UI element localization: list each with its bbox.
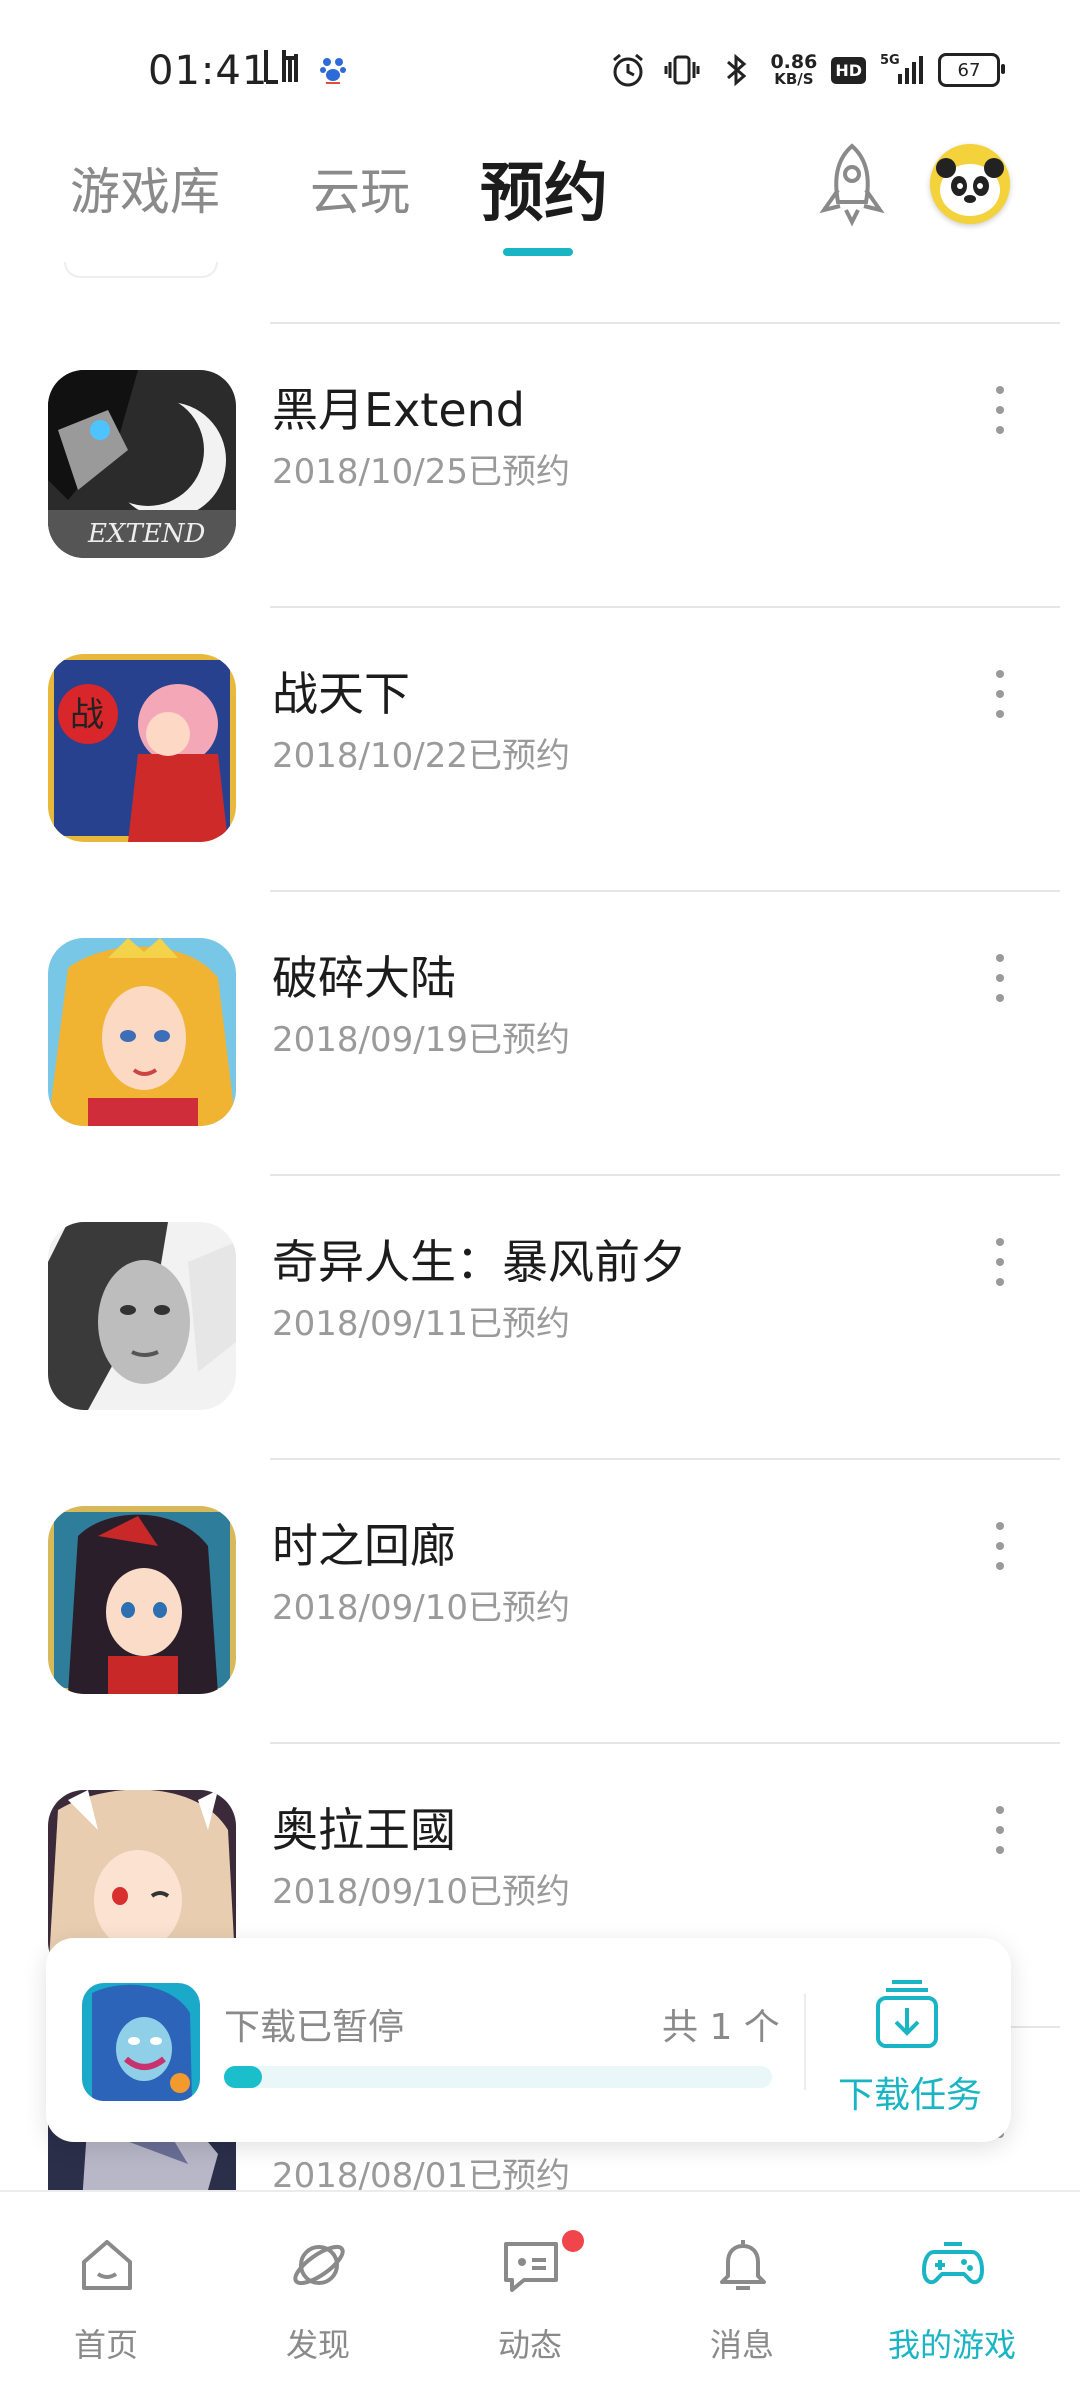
game-title: 黑月Extend: [272, 383, 525, 437]
alarm-icon: [613, 53, 644, 87]
more-options-icon[interactable]: [990, 954, 1010, 1024]
app-notification-icon: [262, 44, 310, 98]
reservation-date: 2018/09/10已预约: [272, 1588, 570, 1628]
top-tabs: 游戏库 云玩 预约: [0, 130, 1080, 270]
signal-icon: 5G: [880, 53, 923, 84]
download-status-card[interactable]: 下载已暂停 共 1 个 下载任务: [46, 1938, 1011, 2142]
game-thumbnail: [48, 1222, 236, 1410]
list-item[interactable]: 奇异人生：暴风前夕 2018/09/11已预约: [0, 1174, 1080, 1458]
nav-label: 发现: [285, 2326, 350, 2364]
reservation-date: 2018/10/25已预约: [272, 452, 570, 492]
bluetooth-icon: [727, 53, 747, 87]
list-item[interactable]: 破碎大陆 2018/09/19已预约: [0, 890, 1080, 1174]
divider: [270, 1174, 1060, 1176]
list-item[interactable]: 时之回廊 2018/09/10已预约: [0, 1458, 1080, 1742]
download-task-icon[interactable]: [872, 1978, 942, 2052]
nav-label: 消息: [709, 2326, 774, 2364]
downloading-game-thumbnail: [82, 1983, 200, 2101]
game-title: 奇异人生：暴风前夕: [272, 1235, 686, 1289]
nav-my-games[interactable]: 我的游戏: [852, 2192, 1052, 2402]
tab-cloud-play[interactable]: 云玩: [310, 152, 410, 224]
active-tab-indicator: [503, 248, 573, 256]
planet-icon: [293, 2244, 345, 2286]
bell-icon: [720, 2240, 766, 2290]
game-title: 时之回廊: [272, 1519, 456, 1573]
divider: [270, 1742, 1060, 1744]
game-thumbnail: 战: [48, 654, 236, 842]
user-avatar[interactable]: [930, 144, 1010, 224]
home-icon: [82, 2240, 132, 2290]
download-progress-bar: [224, 2066, 772, 2088]
gamepad-icon: [922, 2242, 984, 2285]
game-title: 破碎大陆: [272, 951, 456, 1005]
nav-messages[interactable]: 消息: [642, 2192, 842, 2402]
divider: [804, 1994, 806, 2090]
game-thumbnail: [48, 938, 236, 1126]
more-options-icon[interactable]: [990, 1238, 1010, 1308]
vibrate-icon: [664, 55, 700, 85]
download-task-button[interactable]: 下载任务: [838, 2066, 982, 2118]
status-time: 01:41: [148, 48, 269, 94]
reservation-date: 2018/09/19已预约: [272, 1020, 570, 1060]
battery-indicator: 67: [938, 53, 1005, 87]
reservation-date: 2018/09/10已预约: [272, 1872, 570, 1912]
game-title: 战天下: [272, 667, 410, 721]
baidu-paw-icon: [318, 54, 348, 84]
net-speed-unit: KB/S: [774, 70, 814, 88]
bottom-navigation: 首页 发现 动态 消息 我的游戏: [0, 2190, 1080, 2402]
hd-badge: HD: [831, 56, 866, 84]
divider: [270, 1458, 1060, 1460]
download-progress-fill: [224, 2066, 263, 2088]
more-options-icon[interactable]: [990, 1522, 1010, 1592]
nav-label: 我的游戏: [887, 2326, 1016, 2364]
nav-label: 首页: [73, 2326, 138, 2364]
download-status-text: 下载已暂停: [224, 2007, 405, 2048]
previous-item-edge: [64, 262, 218, 278]
reservation-date: 2018/10/22已预约: [272, 736, 570, 776]
tab-game-library[interactable]: 游戏库: [70, 152, 220, 224]
nav-home[interactable]: 首页: [6, 2192, 206, 2402]
net-speed: 0.86 KB/S: [770, 53, 817, 87]
game-thumbnail: EXTEND: [48, 370, 236, 558]
tab-reservations[interactable]: 预约: [480, 142, 608, 234]
nav-feed[interactable]: 动态: [430, 2192, 630, 2402]
status-icons: 0.86 KB/S HD 5G 67: [608, 50, 1005, 90]
svg-text:战: 战: [70, 695, 104, 735]
svg-text:5G: 5G: [880, 53, 900, 68]
nav-discover[interactable]: 发现: [218, 2192, 418, 2402]
svg-text:EXTEND: EXTEND: [87, 519, 206, 549]
game-thumbnail: [48, 1506, 236, 1694]
notification-badge: [562, 2230, 584, 2252]
download-count: 共 1 个: [662, 2007, 780, 2048]
game-title: 奥拉王國: [272, 1803, 456, 1857]
divider: [270, 606, 1060, 608]
divider: [270, 890, 1060, 892]
nav-label: 动态: [497, 2326, 562, 2364]
divider: [270, 322, 1060, 324]
reservation-date: 2018/09/11已预约: [272, 1304, 570, 1344]
list-item[interactable]: EXTEND 黑月Extend 2018/10/25已预约: [0, 322, 1080, 606]
rocket-icon[interactable]: [812, 140, 892, 228]
more-options-icon[interactable]: [990, 1806, 1010, 1876]
status-bar: 01:41 0.86 KB/S HD 5G 67: [0, 0, 1080, 130]
chat-icon: [504, 2242, 558, 2292]
list-item[interactable]: 战 战天下 2018/10/22已预约: [0, 606, 1080, 890]
more-options-icon[interactable]: [990, 670, 1010, 740]
more-options-icon[interactable]: [990, 386, 1010, 456]
